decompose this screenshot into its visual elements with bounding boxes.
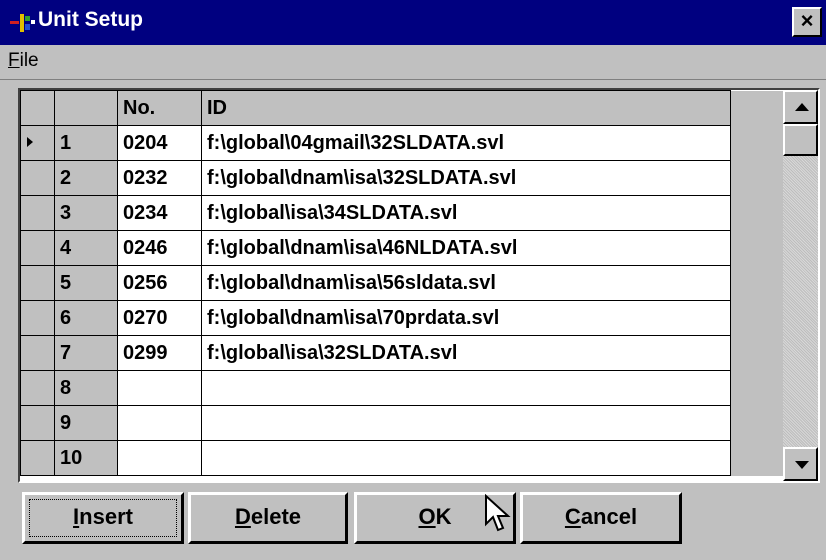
row-number: 6 xyxy=(54,300,118,336)
unit-grid[interactable]: No. ID 1 0204 f:\global\04gmail\32SLDATA… xyxy=(18,88,820,483)
row-indicator xyxy=(20,405,55,441)
column-header-no[interactable]: No. xyxy=(117,90,202,126)
row-number: 3 xyxy=(54,195,118,231)
cell-no[interactable]: 0299 xyxy=(117,335,202,371)
insert-label: nsert xyxy=(79,504,133,529)
ok-mnemonic: O xyxy=(418,504,436,529)
row-number: 5 xyxy=(54,265,118,301)
cell-id[interactable] xyxy=(201,440,731,476)
row-number: 9 xyxy=(54,405,118,441)
window-title: Unit Setup xyxy=(38,8,143,31)
header-corner xyxy=(20,90,55,126)
cell-no[interactable]: 0256 xyxy=(117,265,202,301)
table-row[interactable]: 8 xyxy=(20,370,789,406)
menu-file-label: ile xyxy=(19,50,39,71)
arrow-up-icon xyxy=(795,103,809,111)
cell-id[interactable] xyxy=(201,370,731,406)
table-header-row: No. ID xyxy=(20,90,789,126)
table-row[interactable]: 4 0246 f:\global\dnam\isa\46NLDATA.svl xyxy=(20,230,789,266)
row-indicator xyxy=(20,300,55,336)
unit-table: No. ID 1 0204 f:\global\04gmail\32SLDATA… xyxy=(20,90,789,476)
row-indicator xyxy=(20,440,55,476)
row-number: 10 xyxy=(54,440,118,476)
table-row[interactable]: 2 0232 f:\global\dnam\isa\32SLDATA.svl xyxy=(20,160,789,196)
row-indicator xyxy=(20,370,55,406)
cell-id[interactable]: f:\global\04gmail\32SLDATA.svl xyxy=(201,125,731,161)
cell-no[interactable] xyxy=(117,370,202,406)
title-bar: Unit Setup × xyxy=(0,0,826,45)
insert-button[interactable]: Insert xyxy=(22,492,184,544)
scroll-down-button[interactable] xyxy=(783,447,818,481)
mouse-pointer-icon xyxy=(485,494,511,532)
row-indicator xyxy=(20,230,55,266)
menu-file-mnemonic: F xyxy=(8,50,20,71)
delete-mnemonic: D xyxy=(234,504,251,529)
delete-label: elete xyxy=(250,504,302,529)
row-number: 7 xyxy=(54,335,118,371)
close-button[interactable]: × xyxy=(792,7,822,37)
table-row[interactable]: 9 xyxy=(20,405,789,441)
cell-no[interactable]: 0246 xyxy=(117,230,202,266)
row-indicator xyxy=(20,125,55,161)
column-header-id[interactable]: ID xyxy=(201,90,731,126)
cell-id[interactable]: f:\global\dnam\isa\46NLDATA.svl xyxy=(201,230,731,266)
row-indicator xyxy=(20,335,55,371)
menu-item-file[interactable]: File xyxy=(8,50,39,72)
row-number: 4 xyxy=(54,230,118,266)
arrow-down-icon xyxy=(795,461,809,469)
menu-bar: File xyxy=(0,45,826,80)
row-indicator xyxy=(20,160,55,196)
row-number: 8 xyxy=(54,370,118,406)
cell-no[interactable]: 0234 xyxy=(117,195,202,231)
cancel-label: ancel xyxy=(580,504,638,529)
table-row[interactable]: 10 xyxy=(20,440,789,476)
cell-id[interactable]: f:\global\isa\34SLDATA.svl xyxy=(201,195,731,231)
cell-id[interactable]: f:\global\dnam\isa\56sldata.svl xyxy=(201,265,731,301)
cell-id[interactable]: f:\global\isa\32SLDATA.svl xyxy=(201,335,731,371)
row-number: 1 xyxy=(54,125,118,161)
cell-no[interactable] xyxy=(117,405,202,441)
table-row[interactable]: 7 0299 f:\global\isa\32SLDATA.svl xyxy=(20,335,789,371)
row-indicator xyxy=(20,195,55,231)
header-rownum xyxy=(54,90,118,126)
vertical-scrollbar[interactable] xyxy=(783,90,818,481)
scroll-thumb[interactable] xyxy=(783,124,818,156)
cell-no[interactable] xyxy=(117,440,202,476)
row-indicator xyxy=(20,265,55,301)
cell-no[interactable]: 0232 xyxy=(117,160,202,196)
table-row[interactable]: 5 0256 f:\global\dnam\isa\56sldata.svl xyxy=(20,265,789,301)
scroll-up-button[interactable] xyxy=(783,90,818,124)
current-row-arrow-icon xyxy=(27,137,33,147)
cell-id[interactable] xyxy=(201,405,731,441)
ok-label: K xyxy=(435,504,452,529)
app-icon xyxy=(10,14,35,32)
cancel-button[interactable]: Cancel xyxy=(520,492,682,544)
table-row[interactable]: 3 0234 f:\global\isa\34SLDATA.svl xyxy=(20,195,789,231)
cell-id[interactable]: f:\global\dnam\isa\70prdata.svl xyxy=(201,300,731,336)
table-row[interactable]: 6 0270 f:\global\dnam\isa\70prdata.svl xyxy=(20,300,789,336)
cell-no[interactable]: 0204 xyxy=(117,125,202,161)
row-number: 2 xyxy=(54,160,118,196)
table-body: 1 0204 f:\global\04gmail\32SLDATA.svl 2 … xyxy=(20,125,789,476)
table-row[interactable]: 1 0204 f:\global\04gmail\32SLDATA.svl xyxy=(20,125,789,161)
cancel-mnemonic: C xyxy=(564,504,581,529)
cell-id[interactable]: f:\global\dnam\isa\32SLDATA.svl xyxy=(201,160,731,196)
cell-no[interactable]: 0270 xyxy=(117,300,202,336)
close-icon: × xyxy=(800,8,814,33)
delete-button[interactable]: Delete xyxy=(188,492,348,544)
